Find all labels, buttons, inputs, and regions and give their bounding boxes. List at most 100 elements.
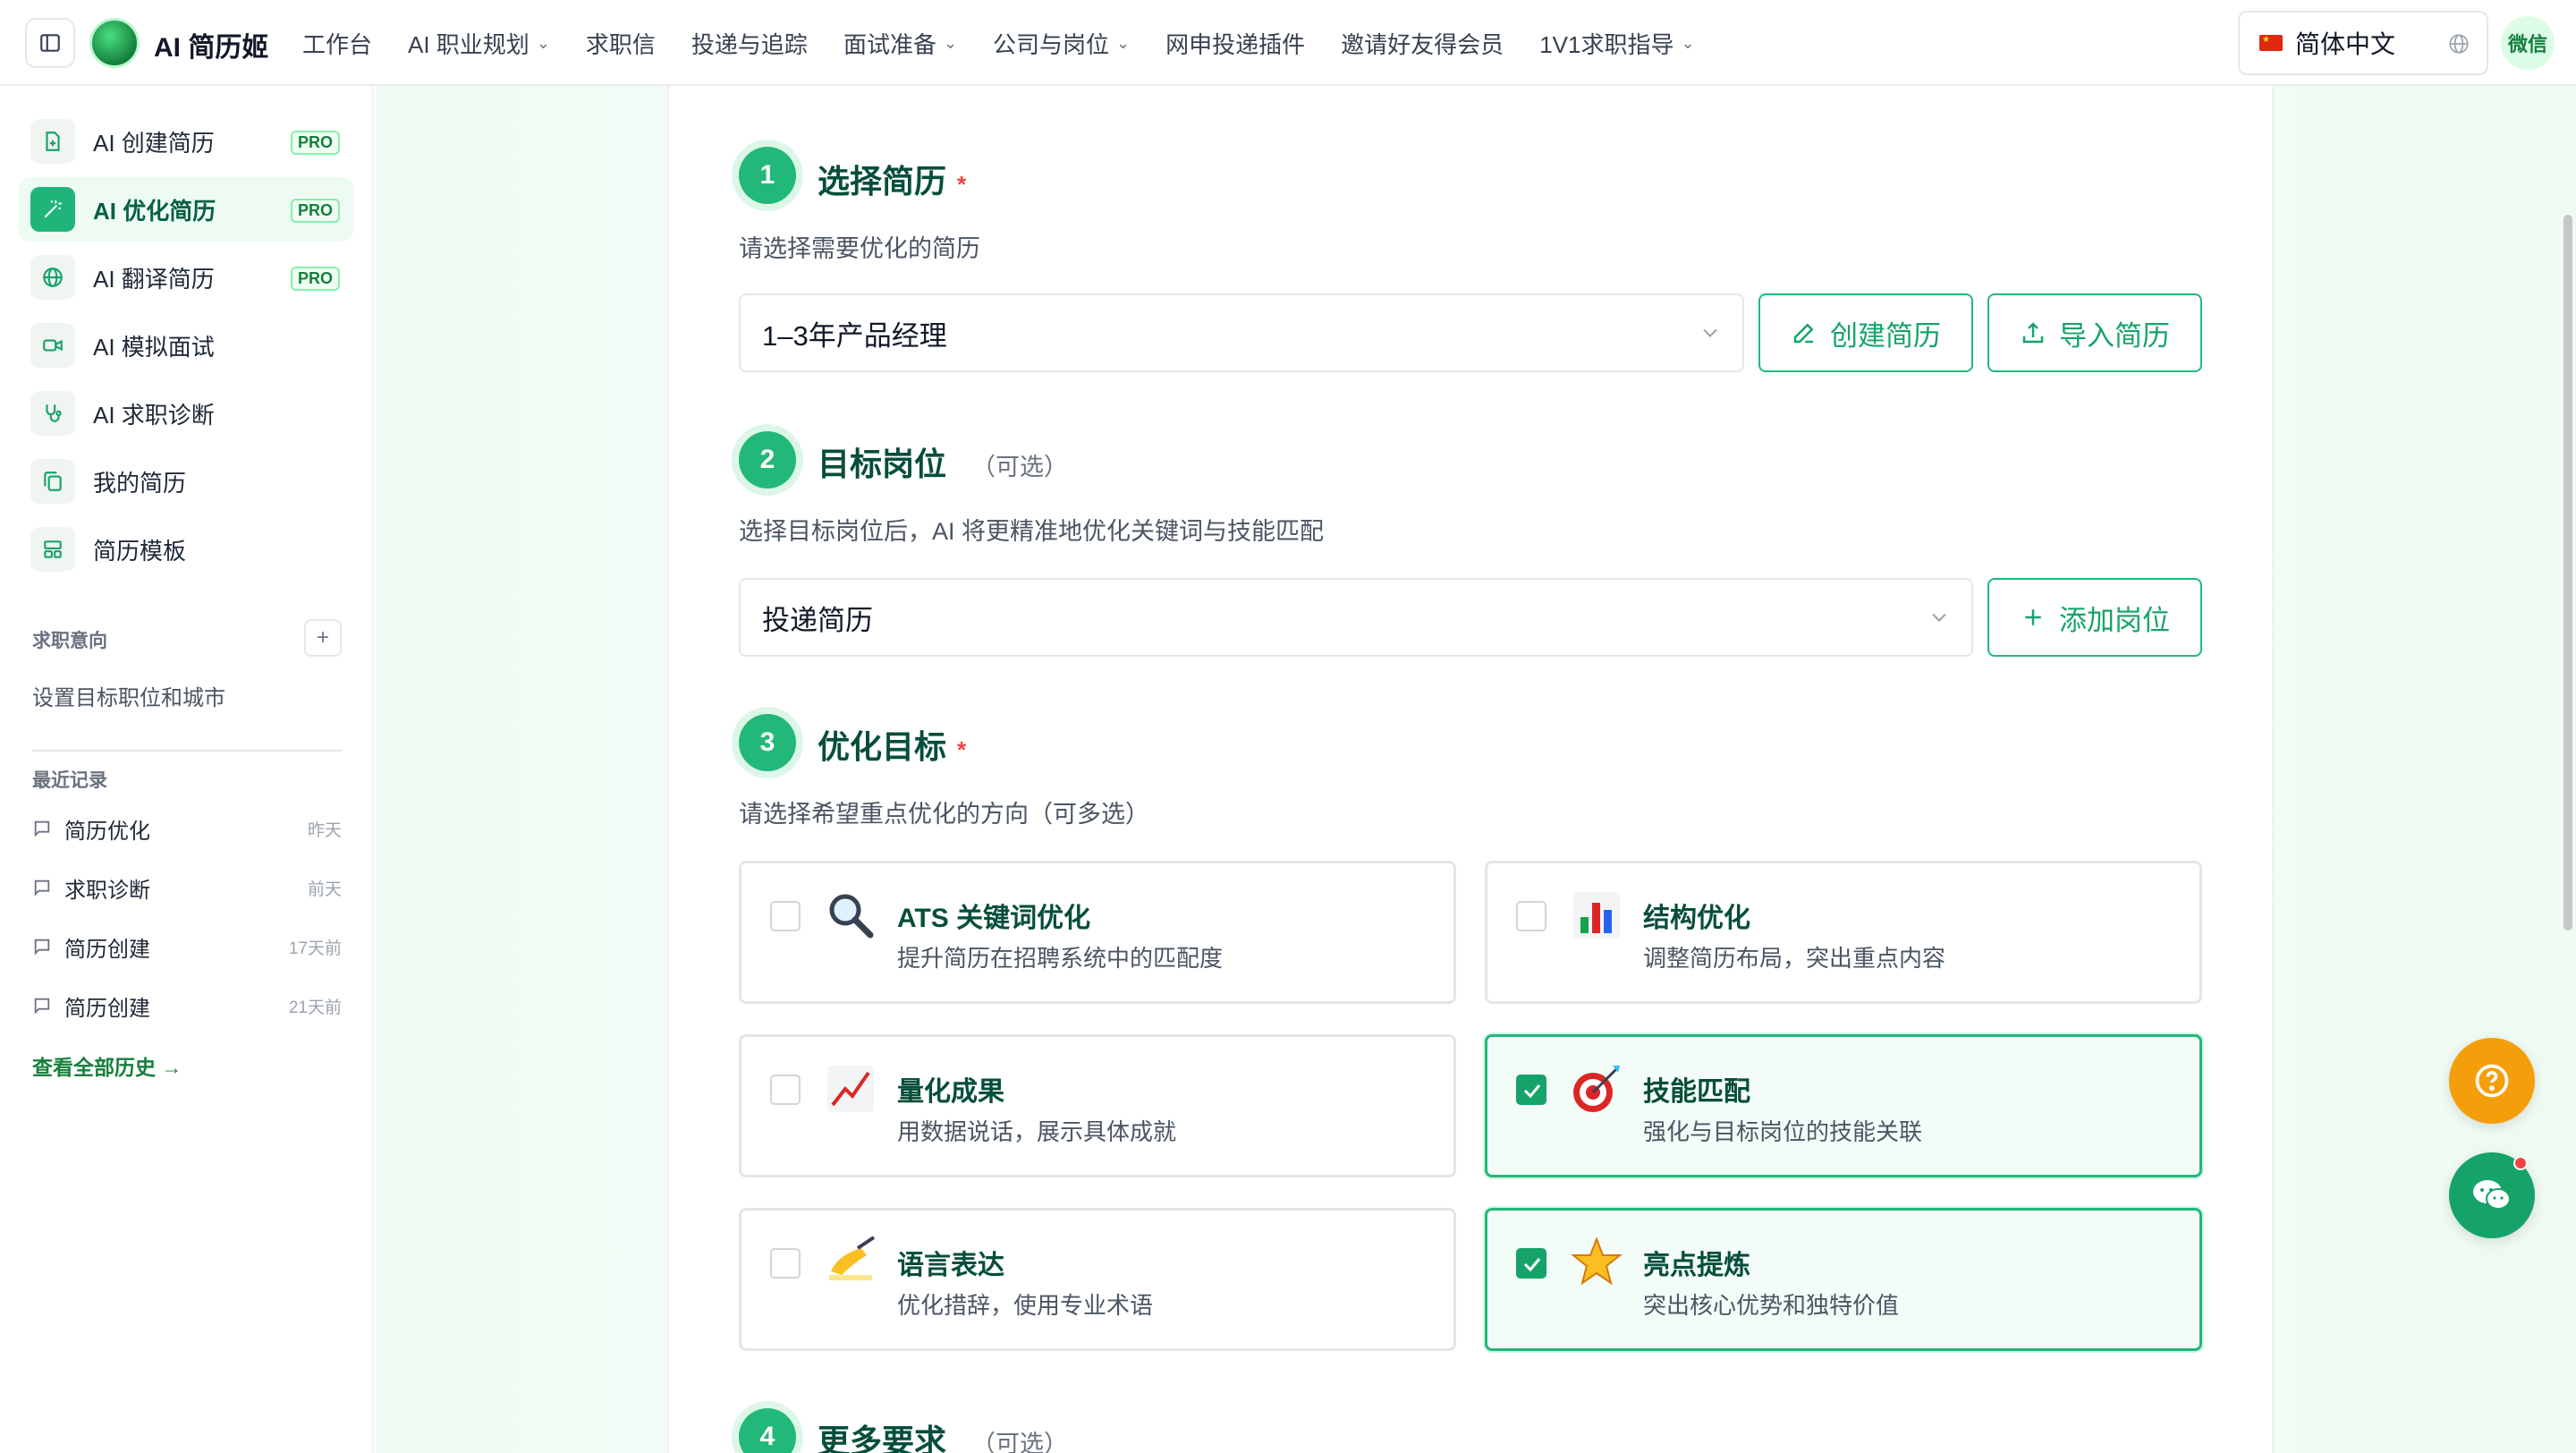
- recent-item[interactable]: 简历优化 昨天: [32, 811, 342, 846]
- brand-name[interactable]: AI 简历姬: [154, 25, 268, 64]
- sidebar-item-job-diagnosis[interactable]: AI 求职诊断: [18, 381, 354, 446]
- step-title: 更多要求 （可选）: [818, 1415, 1068, 1453]
- recent-item[interactable]: 求职诊断 前天: [32, 870, 342, 905]
- sidebar-toggle-button[interactable]: [25, 18, 75, 68]
- option-card-language[interactable]: 语言表达 优化措辞，使用专业术语: [739, 1208, 1456, 1351]
- chevron-down-icon: ⌄: [1116, 33, 1131, 52]
- chat-bubble-icon: [34, 820, 50, 837]
- brand-logo[interactable]: [89, 18, 140, 68]
- create-resume-button[interactable]: 创建简历: [1758, 293, 1973, 372]
- sidebar-item-optimize-resume[interactable]: AI 优化简历 PRO: [18, 177, 354, 242]
- bar-chart-icon: [1573, 892, 1620, 939]
- upload-icon: [2022, 322, 2044, 344]
- sidebar: AI 创建简历 PRO AI 优化简历 PRO AI 翻译简历 PRO AI 模…: [0, 86, 374, 1453]
- add-job-button[interactable]: 添加岗位: [1987, 578, 2202, 657]
- star-icon: [1571, 1236, 1623, 1286]
- wechat-icon: [2473, 1180, 2511, 1210]
- sidebar-item-mock-interview[interactable]: AI 模拟面试: [18, 313, 354, 378]
- nav-item-career-planning[interactable]: AI 职业规划 ⌄: [408, 27, 550, 60]
- target-job-select[interactable]: 投递简历: [739, 578, 1973, 657]
- stethoscope-icon: [30, 391, 75, 436]
- video-icon: [30, 323, 75, 368]
- nav-item-apply-track[interactable]: 投递与追踪: [691, 27, 808, 60]
- trend-chart-icon: [827, 1066, 874, 1112]
- chat-bubble-icon: [34, 879, 50, 896]
- globe-icon: [2449, 34, 2469, 54]
- pro-badge: PRO: [290, 199, 340, 223]
- sidebar-item-translate-resume[interactable]: AI 翻译简历 PRO: [18, 245, 354, 310]
- option-card-skill-match[interactable]: 技能匹配 强化与目标岗位的技能关联: [1485, 1034, 2202, 1177]
- checkbox[interactable]: [1516, 901, 1546, 931]
- optional-mark: （可选）: [971, 454, 1069, 480]
- page-scrollbar[interactable]: [2563, 215, 2572, 930]
- question-icon: [2475, 1064, 2509, 1098]
- pencil-icon: [1793, 323, 1814, 344]
- step-title: 目标岗位 （可选）: [818, 446, 1069, 482]
- pro-badge: PRO: [290, 131, 340, 155]
- plus-icon: [2025, 609, 2041, 625]
- plus-icon: +: [316, 625, 329, 650]
- writing-hand-icon: [829, 1236, 876, 1280]
- globe-icon: [30, 255, 75, 300]
- nav-item-interview-prep[interactable]: 面试准备 ⌄: [843, 27, 957, 60]
- step-number: 1: [739, 147, 796, 204]
- step-description: 请选择希望重点优化的方向（可多选）: [739, 801, 1149, 828]
- sidebar-item-create-resume[interactable]: AI 创建简历 PRO: [18, 109, 354, 174]
- option-card-quantify[interactable]: 量化成果 用数据说话，展示具体成就: [739, 1034, 1456, 1177]
- chevron-down-icon: ⌄: [943, 33, 958, 52]
- step-description: 选择目标岗位后，AI 将更精准地优化关键词与技能匹配: [739, 518, 1325, 545]
- help-button[interactable]: [2449, 1038, 2535, 1124]
- optional-mark: （可选）: [971, 1431, 1069, 1453]
- magnifier-icon: [829, 894, 874, 939]
- recent-item[interactable]: 简历创建 21天前: [32, 988, 342, 1024]
- view-all-history-link[interactable]: 查看全部历史 →: [32, 1050, 182, 1081]
- nav-item-invite-friends[interactable]: 邀请好友得会员: [1341, 27, 1504, 60]
- chevron-down-icon: ⌄: [1681, 33, 1695, 52]
- check-icon: [1523, 1258, 1541, 1272]
- notification-dot: [2513, 1156, 2528, 1170]
- resume-select[interactable]: 1–3年产品经理: [739, 293, 1744, 372]
- checkbox[interactable]: [770, 1248, 801, 1279]
- target-icon: [1573, 1066, 1620, 1112]
- checkbox[interactable]: [770, 1075, 801, 1105]
- sidebar-item-templates[interactable]: 简历模板: [18, 517, 354, 582]
- chat-bubble-icon: [34, 998, 50, 1015]
- recent-records-heading: 最近记录: [32, 770, 107, 791]
- sidebar-item-my-resumes[interactable]: 我的简历: [18, 449, 354, 514]
- chat-bubble-icon: [34, 939, 50, 956]
- checkbox-checked[interactable]: [1516, 1248, 1546, 1279]
- file-plus-icon: [30, 119, 75, 164]
- top-navigation-bar: AI 简历姬 工作台 AI 职业规划 ⌄ 求职信 投递与追踪 面试准备 ⌄ 公司与岗…: [0, 0, 2576, 86]
- checkbox-checked[interactable]: [1516, 1075, 1546, 1105]
- panel-icon: [40, 34, 60, 52]
- checkbox[interactable]: [770, 901, 801, 931]
- set-job-intent-link[interactable]: 设置目标职位和城市: [32, 680, 225, 711]
- nav-item-workbench[interactable]: 工作台: [302, 27, 372, 60]
- nav-item-apply-plugin[interactable]: 网申投递插件: [1165, 27, 1305, 60]
- layout-icon: [30, 527, 75, 572]
- wechat-avatar[interactable]: 微信: [2501, 16, 2555, 70]
- check-icon: [1523, 1084, 1541, 1099]
- language-selector[interactable]: 简体中文: [2238, 11, 2488, 75]
- chevron-down-icon: [1703, 328, 1717, 337]
- sidebar-divider: [32, 750, 342, 752]
- required-mark: *: [957, 736, 967, 763]
- recent-item[interactable]: 简历创建 17天前: [32, 929, 342, 964]
- nav-item-cover-letter[interactable]: 求职信: [586, 27, 656, 60]
- option-card-highlights[interactable]: 亮点提炼 突出核心优势和独特价值: [1485, 1208, 2202, 1351]
- import-resume-button[interactable]: 导入简历: [1987, 293, 2202, 372]
- copy-icon: [30, 459, 75, 504]
- nav-item-company-jobs[interactable]: 公司与岗位 ⌄: [993, 27, 1130, 60]
- chevron-down-icon: ⌄: [536, 33, 550, 52]
- main-nav: 工作台 AI 职业规划 ⌄ 求职信 投递与追踪 面试准备 ⌄ 公司与岗位 ⌄ 网申投递…: [302, 0, 1731, 86]
- china-flag-icon: [2259, 35, 2283, 51]
- option-card-ats-keywords[interactable]: ATS 关键词优化 提升简历在招聘系统中的匹配度: [739, 861, 1456, 1004]
- nav-item-coaching[interactable]: 1V1求职指导 ⌄: [1539, 27, 1694, 60]
- magic-wand-icon: [30, 187, 75, 232]
- add-intent-button[interactable]: +: [304, 619, 342, 657]
- step-title: 优化目标 *: [818, 728, 967, 765]
- required-mark: *: [957, 171, 967, 198]
- pro-badge: PRO: [290, 267, 340, 291]
- step-title: 选择简历 *: [818, 163, 967, 200]
- option-card-structure[interactable]: 结构优化 调整简历布局，突出重点内容: [1485, 861, 2202, 1004]
